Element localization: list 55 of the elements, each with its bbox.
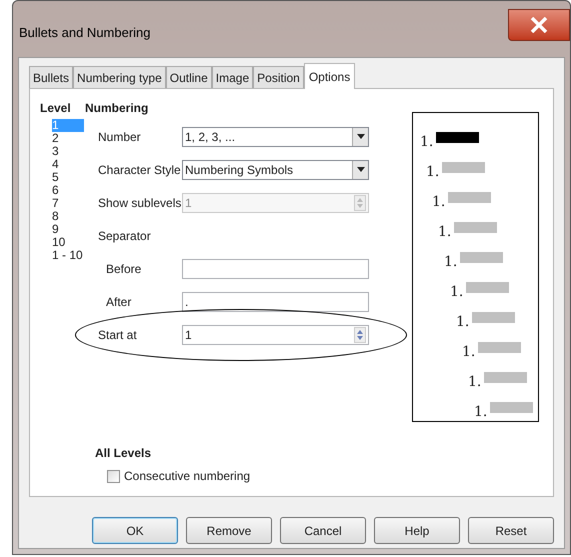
field-label: Show sublevels bbox=[97, 194, 182, 212]
level-item[interactable]: 9 bbox=[52, 223, 84, 236]
consecutive-numbering-checkbox[interactable]: Consecutive numbering bbox=[107, 467, 250, 485]
level-item[interactable]: 2 bbox=[52, 132, 84, 145]
level-heading: Level bbox=[40, 100, 72, 117]
dialog-button[interactable]: Cancel bbox=[280, 517, 366, 544]
close-icon bbox=[530, 17, 548, 33]
dialog-button[interactable]: Help bbox=[374, 517, 460, 544]
tab[interactable]: Position bbox=[253, 66, 304, 88]
level-item[interactable]: 4 bbox=[52, 158, 84, 171]
field-label: Character Style bbox=[97, 162, 182, 178]
tab[interactable]: Options bbox=[304, 63, 356, 89]
list-number: 1. bbox=[420, 135, 434, 149]
spin-value: 1 bbox=[185, 194, 192, 212]
dropdown-value: 1, 2, 3, ... bbox=[185, 128, 236, 146]
level-item[interactable]: 5 bbox=[52, 171, 84, 184]
tab[interactable]: Image bbox=[212, 66, 254, 88]
list-number: 1. bbox=[462, 345, 476, 359]
level-item[interactable]: 7 bbox=[52, 197, 84, 210]
level-item[interactable]: 3 bbox=[52, 145, 84, 158]
field-label: After bbox=[105, 294, 132, 310]
separator-heading: Separator bbox=[97, 228, 152, 244]
level-item[interactable]: 10 bbox=[52, 236, 84, 249]
list-number: 1. bbox=[468, 375, 482, 389]
close-button[interactable] bbox=[508, 9, 570, 41]
level-item[interactable]: 8 bbox=[52, 210, 84, 223]
dropdown-value: Numbering Symbols bbox=[185, 162, 294, 178]
dropdown[interactable]: 1, 2, 3, ... bbox=[182, 126, 369, 146]
text-field[interactable]: . bbox=[182, 292, 369, 312]
all-levels-heading: All Levels bbox=[95, 445, 152, 462]
dialog-button[interactable]: OK bbox=[92, 517, 178, 544]
list-number: 1. bbox=[450, 285, 464, 299]
field-label: Before bbox=[105, 260, 142, 278]
list-number: 1. bbox=[438, 225, 452, 239]
list-number: 1. bbox=[426, 165, 440, 179]
tab[interactable]: Bullets bbox=[29, 66, 74, 88]
field-label: Start at bbox=[97, 326, 138, 344]
list-number: 1. bbox=[432, 195, 446, 209]
list-number: 1. bbox=[444, 255, 458, 269]
field-label: Number bbox=[97, 128, 142, 146]
dropdown[interactable]: Numbering Symbols bbox=[182, 160, 369, 180]
window-title: Bullets and Numbering bbox=[19, 24, 151, 42]
tab[interactable]: Outline bbox=[166, 66, 212, 88]
dialog-button[interactable]: Remove bbox=[186, 517, 272, 544]
list-number: 1. bbox=[474, 405, 488, 419]
level-item[interactable]: 6 bbox=[52, 184, 84, 197]
dialog-button[interactable]: Reset bbox=[468, 517, 554, 544]
numbering-heading: Numbering bbox=[85, 100, 150, 117]
spin-arrows-icon[interactable] bbox=[354, 326, 366, 342]
level-item[interactable]: 1 - 10 bbox=[52, 249, 84, 262]
list-number: 1. bbox=[456, 315, 470, 329]
spin-field[interactable]: 1 bbox=[182, 324, 369, 344]
tab[interactable]: Numbering type bbox=[73, 66, 166, 88]
text-field[interactable] bbox=[182, 258, 369, 278]
spin-value: 1 bbox=[185, 326, 192, 344]
